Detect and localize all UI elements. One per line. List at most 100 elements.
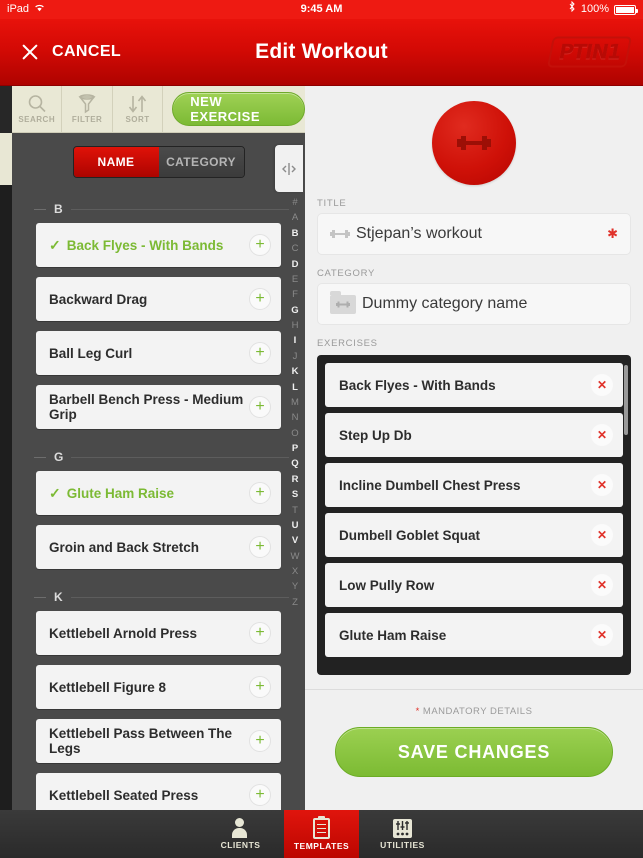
library-exercise-row[interactable]: Backward Drag + xyxy=(36,277,281,321)
library-exercise-row[interactable]: Kettlebell Figure 8 + xyxy=(36,665,281,709)
alphabet-index-letter[interactable]: U xyxy=(292,518,299,533)
alphabet-index-letter[interactable]: M xyxy=(291,395,299,410)
alphabet-index-letter[interactable]: G xyxy=(291,303,298,318)
segment-name[interactable]: NAME xyxy=(73,147,159,177)
library-exercise-row[interactable]: ✓ Back Flyes - With Bands + xyxy=(36,223,281,267)
section-letter: B xyxy=(54,202,63,216)
alphabet-index-letter[interactable]: C xyxy=(292,241,299,256)
library-exercise-name: Ball Leg Curl xyxy=(49,345,133,361)
alphabet-index-letter[interactable]: P xyxy=(292,441,298,456)
selected-exercise-row[interactable]: Incline Dumbell Chest Press ✕ xyxy=(325,463,623,507)
add-exercise-button[interactable]: + xyxy=(249,622,271,644)
clients-icon xyxy=(231,818,251,838)
tab-bar: CLIENTS TEMPLATES UTILITIES xyxy=(0,810,643,858)
dumbbell-icon xyxy=(330,226,356,242)
section-dash xyxy=(34,596,46,598)
add-exercise-button[interactable]: + xyxy=(249,342,271,364)
library-exercise-row[interactable]: Ball Leg Curl + xyxy=(36,331,281,375)
dumbbell-icon xyxy=(457,128,491,159)
wifi-icon xyxy=(34,0,45,19)
add-exercise-button[interactable]: + xyxy=(249,730,271,752)
alphabet-index-letter[interactable]: T xyxy=(292,503,298,518)
alphabet-index-letter[interactable]: B xyxy=(292,226,299,241)
exercises-scrollbar[interactable] xyxy=(624,365,628,435)
add-exercise-button[interactable]: + xyxy=(249,288,271,310)
section-rule xyxy=(70,208,289,210)
alphabet-index-letter[interactable]: V xyxy=(292,533,298,548)
library-exercise-name: Back Flyes - With Bands xyxy=(66,237,224,253)
add-exercise-button[interactable]: + xyxy=(249,536,271,558)
exercise-library-list[interactable]: B ✓ Back Flyes - With Bands + Backward Drag +… xyxy=(12,191,305,810)
alphabet-index-letter[interactable]: J xyxy=(293,349,298,364)
remove-exercise-button[interactable]: ✕ xyxy=(591,624,613,646)
alphabet-index-letter[interactable]: X xyxy=(292,564,298,579)
add-exercise-button[interactable]: + xyxy=(249,234,271,256)
library-exercise-row[interactable]: Barbell Bench Press - Medium Grip + xyxy=(36,385,281,429)
alphabet-index-letter[interactable]: W xyxy=(291,549,300,564)
title-field[interactable]: Stjepan’s workout ✱ xyxy=(317,213,631,255)
tab-utilities[interactable]: UTILITIES xyxy=(365,810,440,858)
alphabet-index-letter[interactable]: F xyxy=(292,287,298,302)
tab-templates-label: TEMPLATES xyxy=(293,840,350,851)
workout-avatar[interactable] xyxy=(432,101,516,185)
add-exercise-button[interactable]: + xyxy=(249,482,271,504)
segment-category[interactable]: CATEGORY xyxy=(158,147,244,177)
library-exercise-row[interactable]: Kettlebell Pass Between The Legs + xyxy=(36,719,281,763)
add-exercise-button[interactable]: + xyxy=(249,676,271,698)
tab-templates[interactable]: TEMPLATES xyxy=(284,810,359,858)
selected-exercise-row[interactable]: Glute Ham Raise ✕ xyxy=(325,613,623,657)
selected-exercises-list[interactable]: Back Flyes - With Bands ✕ Step Up Db ✕ Incli… xyxy=(325,363,623,663)
alphabet-index-letter[interactable]: K xyxy=(292,364,299,379)
library-exercise-row[interactable]: ✓ Glute Ham Raise + xyxy=(36,471,281,515)
library-exercise-row[interactable]: Groin and Back Stretch + xyxy=(36,525,281,569)
alphabet-index-letter[interactable]: E xyxy=(292,272,298,287)
sort-mode-segmented-control[interactable]: NAME CATEGORY xyxy=(72,146,245,178)
alphabet-index-letter[interactable]: D xyxy=(292,257,299,272)
library-exercise-row[interactable]: Kettlebell Seated Press + xyxy=(36,773,281,810)
remove-exercise-button[interactable]: ✕ xyxy=(591,574,613,596)
section-header: B xyxy=(12,191,305,223)
battery-percent: 100% xyxy=(580,3,609,15)
alphabet-index-letter[interactable]: R xyxy=(292,472,299,487)
remove-exercise-button[interactable]: ✕ xyxy=(591,474,613,496)
category-field[interactable]: Dummy category name xyxy=(317,283,631,325)
search-button[interactable]: SEARCH xyxy=(12,86,63,132)
alphabet-index[interactable]: # A B C D E F G H I J K L M N O P Q R S T U V W X Y Z xyxy=(287,195,303,610)
alphabet-index-letter[interactable]: H xyxy=(292,318,299,333)
alphabet-index-letter[interactable]: Q xyxy=(291,456,298,471)
alphabet-index-letter[interactable]: S xyxy=(292,487,298,502)
alphabet-index-letter[interactable]: N xyxy=(292,410,299,425)
alphabet-index-letter[interactable]: Z xyxy=(292,595,298,610)
mandatory-note: * MANDATORY DETAILS xyxy=(305,689,643,717)
remove-exercise-button[interactable]: ✕ xyxy=(591,424,613,446)
alphabet-index-letter[interactable]: Y xyxy=(292,579,298,594)
selected-exercise-row[interactable]: Low Pully Row ✕ xyxy=(325,563,623,607)
alphabet-index-letter[interactable]: L xyxy=(292,380,298,395)
alphabet-index-letter[interactable]: O xyxy=(291,426,298,441)
remove-exercise-button[interactable]: ✕ xyxy=(591,524,613,546)
status-bar: iPad 9:45 AM 100% xyxy=(0,0,643,19)
background-panel-dark-sliver xyxy=(0,185,12,810)
selected-exercise-row[interactable]: Dumbell Goblet Squat ✕ xyxy=(325,513,623,557)
alphabet-index-letter[interactable]: # xyxy=(292,195,297,210)
sort-button[interactable]: SORT xyxy=(113,86,164,132)
library-exercise-row[interactable]: Kettlebell Arnold Press + xyxy=(36,611,281,655)
alphabet-index-letter[interactable]: A xyxy=(292,210,298,225)
save-changes-button[interactable]: SAVE CHANGES xyxy=(335,727,613,777)
tab-clients[interactable]: CLIENTS xyxy=(203,810,278,858)
filter-button[interactable]: FILTER xyxy=(62,86,113,132)
alphabet-index-letter[interactable]: I xyxy=(294,333,297,348)
add-exercise-button[interactable]: + xyxy=(249,784,271,806)
library-exercise-name: Kettlebell Seated Press xyxy=(49,787,199,803)
title-input[interactable]: Stjepan’s workout xyxy=(356,225,607,243)
category-input[interactable]: Dummy category name xyxy=(362,295,618,313)
filter-icon xyxy=(77,94,97,114)
section-dash xyxy=(34,456,46,458)
remove-exercise-button[interactable]: ✕ xyxy=(591,374,613,396)
panel-resize-handle[interactable] xyxy=(275,145,303,192)
selected-exercise-row[interactable]: Step Up Db ✕ xyxy=(325,413,623,457)
new-exercise-button[interactable]: NEW EXERCISE xyxy=(172,92,305,126)
status-left: iPad xyxy=(7,0,45,19)
selected-exercise-row[interactable]: Back Flyes - With Bands ✕ xyxy=(325,363,623,407)
add-exercise-button[interactable]: + xyxy=(249,396,271,418)
